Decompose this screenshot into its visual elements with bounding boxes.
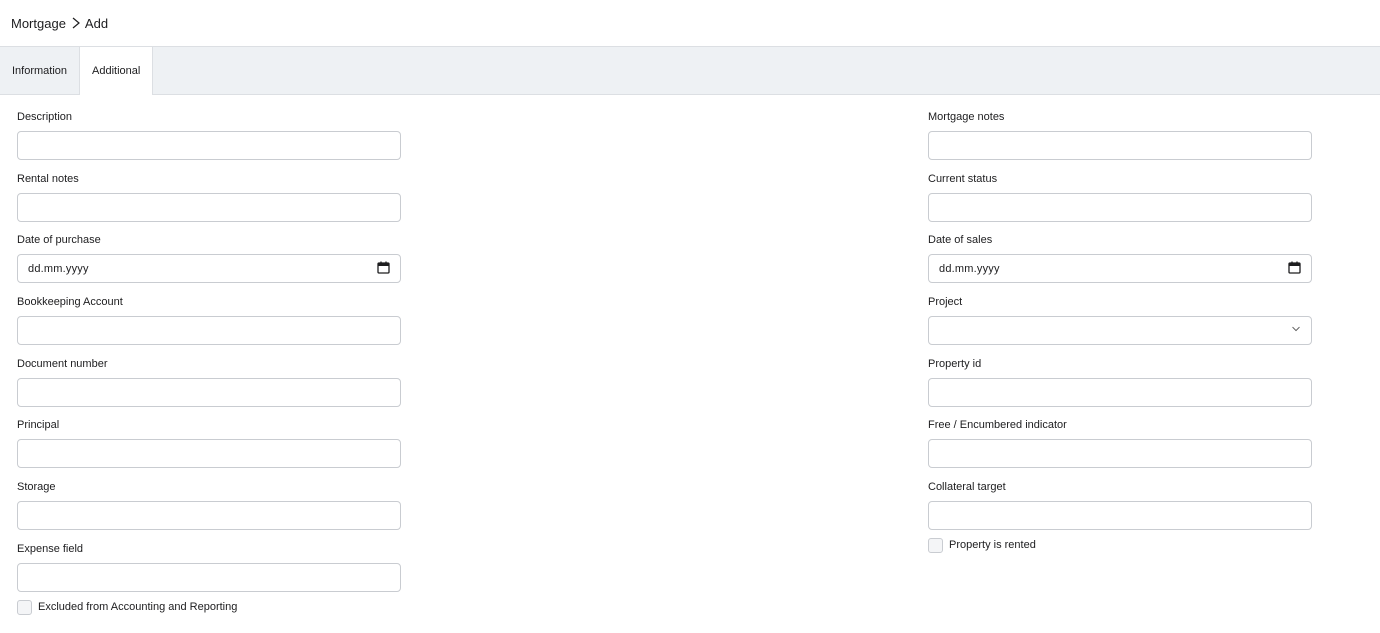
date-of-purchase-field: Date of purchase dd.mm.yyyy bbox=[17, 234, 402, 296]
description-label: Description bbox=[17, 111, 73, 123]
date-of-purchase-label: Date of purchase bbox=[17, 234, 101, 247]
project-field: Project bbox=[928, 296, 1313, 358]
document-number-input[interactable] bbox=[17, 377, 401, 407]
calendar-icon[interactable] bbox=[1288, 261, 1301, 277]
bookkeeping-account-label: Bookkeeping Account bbox=[17, 296, 123, 309]
expense-field-label: Expense field bbox=[17, 542, 84, 555]
mortgage-notes-input[interactable] bbox=[928, 131, 1312, 160]
storage-field: Storage bbox=[17, 481, 402, 543]
calendar-icon[interactable] bbox=[377, 261, 390, 277]
document-number-field: Document number bbox=[17, 358, 402, 420]
current-status-label: Current status bbox=[928, 172, 998, 185]
date-placeholder: dd.mm.yyyy bbox=[28, 262, 89, 275]
expense-field-input[interactable] bbox=[17, 562, 401, 592]
tab-additional[interactable]: Additional bbox=[79, 47, 154, 95]
breadcrumb-parent[interactable]: Mortgage bbox=[11, 16, 66, 31]
principal-label: Principal bbox=[17, 419, 60, 432]
chevron-down-icon bbox=[1291, 324, 1301, 337]
collateral-target-label: Collateral target bbox=[928, 481, 1006, 494]
property-id-field: Property id bbox=[928, 358, 1313, 420]
description-field: Description bbox=[17, 111, 402, 173]
principal-field: Principal bbox=[17, 419, 402, 481]
date-placeholder: dd.mm.yyyy bbox=[939, 262, 1000, 275]
current-status-input[interactable] bbox=[928, 192, 1312, 222]
date-of-sales-input[interactable]: dd.mm.yyyy bbox=[928, 254, 1312, 284]
breadcrumb: Mortgage Add bbox=[0, 0, 1380, 47]
date-of-purchase-input[interactable]: dd.mm.yyyy bbox=[17, 254, 401, 284]
document-number-label: Document number bbox=[17, 357, 108, 370]
bookkeeping-account-input[interactable] bbox=[17, 316, 401, 346]
property-id-input[interactable] bbox=[928, 377, 1312, 407]
chevron-right-icon bbox=[71, 17, 81, 29]
left-column: Description Rental notes Date of purchas… bbox=[17, 95, 402, 615]
expense-field: Expense field bbox=[17, 543, 402, 605]
breadcrumb-current: Add bbox=[84, 15, 109, 31]
rental-notes-field: Rental notes bbox=[17, 173, 402, 235]
bookkeeping-account-field: Bookkeeping Account bbox=[17, 296, 402, 358]
mortgage-notes-label: Mortgage notes bbox=[928, 111, 1005, 123]
principal-input[interactable] bbox=[17, 439, 401, 469]
date-of-sales-label: Date of sales bbox=[928, 234, 993, 247]
project-label: Project bbox=[928, 296, 963, 309]
free-encumbered-input[interactable] bbox=[928, 439, 1312, 469]
free-encumbered-field: Free / Encumbered indicator bbox=[928, 419, 1313, 481]
rental-notes-label: Rental notes bbox=[17, 172, 79, 185]
tab-information[interactable]: Information bbox=[0, 47, 79, 94]
rental-notes-input[interactable] bbox=[17, 192, 401, 222]
property-id-label: Property id bbox=[928, 357, 982, 370]
mortgage-notes-field: Mortgage notes bbox=[928, 111, 1313, 173]
date-of-sales-field: Date of sales dd.mm.yyyy bbox=[928, 234, 1313, 296]
free-encumbered-label: Free / Encumbered indicator bbox=[928, 419, 1067, 432]
collateral-target-field: Collateral target bbox=[928, 481, 1313, 543]
tab-bar: Information Additional bbox=[0, 47, 1380, 95]
collateral-target-input[interactable] bbox=[928, 501, 1312, 531]
current-status-field: Current status bbox=[928, 173, 1313, 235]
right-column: Mortgage notes Current status Date of sa… bbox=[928, 95, 1313, 553]
storage-label: Storage bbox=[17, 481, 56, 494]
project-select[interactable] bbox=[928, 316, 1312, 346]
description-input[interactable] bbox=[17, 131, 401, 160]
storage-input[interactable] bbox=[17, 501, 401, 531]
